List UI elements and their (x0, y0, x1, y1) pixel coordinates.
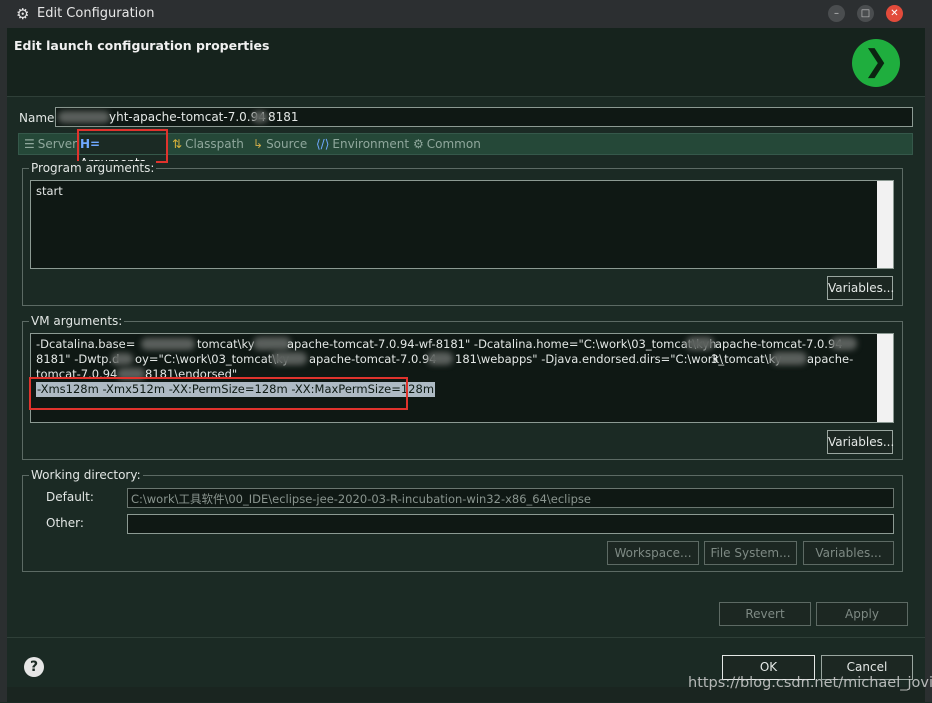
default-directory-field[interactable]: C:\work\工具软件\00_IDE\eclipse-jee-2020-03-… (127, 488, 894, 508)
server-icon: ☰ (24, 137, 35, 151)
title-bar: ⚙ Edit Configuration – □ ✕ (0, 0, 932, 28)
vm-text: oy="C:\work\03_tomcat\ky (135, 352, 290, 366)
highlight-box-tab (77, 129, 168, 163)
common-icon: ⚙ (413, 137, 424, 151)
environment-icon: ⟨/⟩ (316, 137, 330, 151)
classpath-icon: ⇅ (172, 137, 183, 151)
vm-text: apache-tomcat-7.0.94 (715, 337, 843, 351)
source-icon: ↳ (253, 137, 264, 151)
help-icon[interactable]: ? (24, 657, 44, 677)
background-window-edge-right (925, 28, 932, 702)
workspace-button[interactable]: Workspace... (607, 541, 699, 565)
eclipse-gear-icon: ⚙ (16, 5, 30, 23)
tab-environment[interactable]: ⟨/⟩ Environment (316, 135, 409, 154)
window-title: Edit Configuration (37, 6, 155, 21)
close-button[interactable]: ✕ (886, 5, 903, 22)
name-input[interactable]: yht-apache-tomcat-7.0.94 8181 (55, 107, 913, 127)
tab-source[interactable]: ↳ Source (253, 135, 307, 154)
tab-server[interactable]: ☰ Server (24, 135, 77, 154)
footer-divider (7, 637, 925, 638)
watermark: https://blog.csdn.net/michael_jovi (688, 675, 932, 691)
other-directory-field[interactable] (127, 514, 894, 534)
highlight-box-vm (29, 377, 408, 410)
name-value-suffix: 8181 (268, 110, 299, 124)
program-arguments-title: Program arguments: (29, 161, 157, 175)
background-window-edge (0, 28, 7, 702)
vm-text: apache-tomcat-7.0.94 (309, 352, 437, 366)
other-radio[interactable]: Other: (46, 516, 84, 530)
program-variables-button[interactable]: Variables... (827, 276, 894, 300)
working-variables-button[interactable]: Variables... (803, 541, 894, 565)
scrollbar[interactable] (877, 334, 893, 422)
vm-text: apache- (807, 352, 854, 366)
vm-text: 181\webapps" -Djava.endorsed.dirs="C:\wo… (455, 352, 724, 366)
tab-classpath[interactable]: ⇅ Classpath (172, 135, 244, 154)
run-icon: ❯ (852, 39, 900, 87)
vm-text: -Dcatalina.base= (36, 337, 136, 351)
name-label: Name: (19, 111, 59, 125)
vm-text: 8181" -Dwtp.d (36, 352, 120, 366)
minimize-button[interactable]: – (828, 5, 845, 22)
program-arguments-value: start (36, 184, 63, 198)
maximize-button[interactable]: □ (857, 5, 874, 22)
default-radio[interactable]: Default: (46, 490, 94, 504)
revert-button[interactable]: Revert (719, 602, 811, 626)
tab-common[interactable]: ⚙ Common (413, 135, 481, 154)
apply-button[interactable]: Apply (816, 602, 908, 626)
dialog-header: Edit launch configuration properties ❯ (7, 28, 925, 96)
header-title: Edit launch configuration properties (14, 38, 270, 53)
vm-arguments-title: VM arguments: (29, 314, 125, 328)
scrollbar[interactable] (877, 181, 893, 268)
file-system-button[interactable]: File System... (704, 541, 797, 565)
vm-text: apache-tomcat-7.0.94-wf-8181" -Dcatalina… (287, 337, 717, 351)
vm-text: tomcat\ky (197, 337, 255, 351)
working-directory-title: Working directory: (29, 468, 143, 482)
name-value: yht-apache-tomcat-7.0.94 (109, 110, 266, 124)
program-arguments-textarea[interactable]: start (30, 180, 894, 269)
vm-variables-button[interactable]: Variables... (827, 430, 894, 454)
